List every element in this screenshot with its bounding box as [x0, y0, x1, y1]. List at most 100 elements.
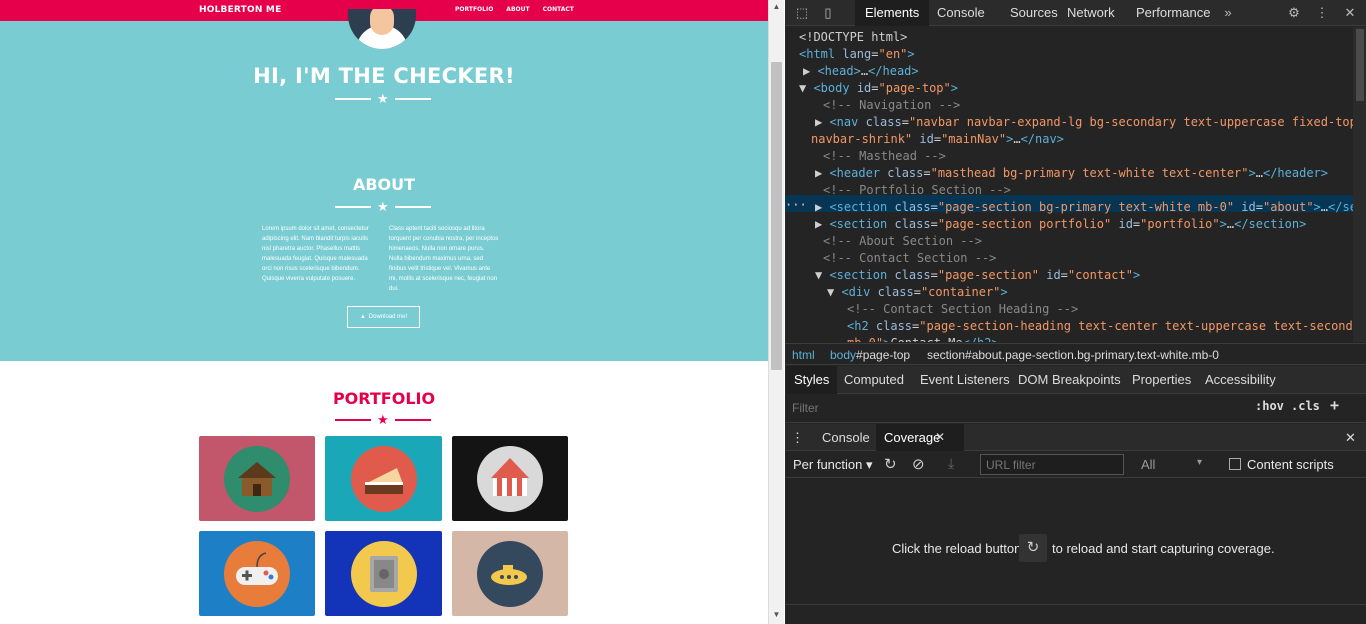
portfolio-item-circus[interactable]	[452, 436, 568, 521]
dom-node-line[interactable]: <html lang="en">	[799, 46, 915, 63]
tab-styles[interactable]: Styles	[786, 366, 838, 394]
dom-node-line[interactable]: <h2 class="page-section-heading text-cen…	[847, 318, 1353, 335]
close-drawer-icon[interactable]: ✕	[1341, 424, 1360, 451]
breadcrumb-body[interactable]: body#page-top	[830, 344, 910, 366]
nav-link-portfolio[interactable]: PORTFOLIO	[455, 6, 493, 13]
download-button[interactable]: ▲ Download me!	[347, 306, 420, 328]
close-devtools-icon[interactable]: ✕	[1341, 4, 1359, 22]
nav-link-contact[interactable]: CONTACT	[543, 6, 574, 13]
styles-filter-row: :hov .cls +	[785, 395, 1366, 423]
avatar-image	[348, 9, 416, 49]
dom-node-line[interactable]: ▼ <body id="page-top">	[799, 80, 958, 97]
portfolio-item-game[interactable]	[199, 531, 315, 616]
drawer-tabbar: ⋮ Console Coverage ✕ ✕	[785, 424, 1366, 451]
dom-scrollbar[interactable]	[1353, 27, 1366, 342]
per-function-dropdown[interactable]: Per function ▾	[793, 457, 873, 473]
hov-toggle[interactable]: :hov	[1255, 399, 1284, 413]
type-filter-dropdown[interactable]: All ▾	[1141, 457, 1202, 472]
dom-node-ellipsis-icon[interactable]: ···	[785, 197, 807, 214]
content-scripts-label: Content scripts	[1247, 457, 1334, 472]
coverage-empty-state: Click the reload button ↻ to reload and …	[785, 479, 1366, 604]
cabin-icon	[224, 445, 290, 512]
settings-gear-icon[interactable]: ⚙	[1285, 4, 1303, 22]
tab-network[interactable]: Network	[1057, 0, 1125, 26]
coverage-message-prefix: Click the reload button	[892, 541, 1022, 556]
scroll-thumb[interactable]	[771, 62, 782, 370]
web-page: HOLBERTON ME PORTFOLIO ABOUT CONTACT HI,…	[0, 0, 768, 624]
tab-console[interactable]: Console	[927, 0, 995, 26]
dom-node-line[interactable]: ▼ <div class="container">	[827, 284, 1008, 301]
coverage-toolbar: Per function ▾ ↻ ⊘ ⤓ All▾ Content script…	[785, 452, 1366, 478]
coverage-status-bar	[785, 604, 1366, 624]
masthead: HI, I'M THE CHECKER! ★ ABOUT ★ Lorem ips…	[0, 9, 768, 361]
dom-node-line[interactable]: ▶ <section class="page-section bg-primar…	[815, 199, 1353, 216]
tab-event-listeners[interactable]: Event Listeners	[912, 366, 1018, 394]
content-scripts-checkbox[interactable]	[1229, 458, 1241, 470]
export-icon[interactable]: ⤓	[948, 455, 954, 472]
portfolio-item-submarine[interactable]	[452, 531, 568, 616]
reload-icon[interactable]: ↻	[884, 455, 897, 473]
dom-node-line[interactable]: mb-0">Contact Me</h2>	[847, 335, 999, 342]
drawer-tab-coverage[interactable]: Coverage	[876, 424, 965, 451]
safe-icon	[350, 540, 417, 607]
star-icon: ★	[377, 199, 389, 214]
submarine-icon	[477, 540, 543, 607]
tab-properties[interactable]: Properties	[1124, 366, 1199, 394]
tab-elements[interactable]: Elements	[855, 0, 930, 26]
scroll-up-icon[interactable]: ▲	[769, 0, 784, 14]
page-scrollbar[interactable]: ▲ ▼	[768, 0, 784, 624]
dom-node-line[interactable]: <!-- About Section -->	[823, 233, 982, 250]
hero-divider: ★	[335, 92, 431, 105]
kebab-menu-icon[interactable]: ⋮	[1313, 4, 1331, 22]
dom-node-line[interactable]: <!-- Masthead -->	[823, 148, 946, 165]
dom-node-line[interactable]: ▶ <nav class="navbar navbar-expand-lg bg…	[815, 114, 1353, 131]
coverage-message-suffix: to reload and start capturing coverage.	[1052, 541, 1275, 556]
dom-node-line[interactable]: navbar-shrink" id="mainNav">…</nav>	[811, 131, 1064, 148]
dom-node-line[interactable]: <!DOCTYPE html>	[799, 29, 907, 46]
dom-node-line[interactable]: ▶ <header class="masthead bg-primary tex…	[815, 165, 1328, 182]
dom-node-line[interactable]: <!-- Contact Section Heading -->	[847, 301, 1078, 318]
tab-performance[interactable]: Performance	[1126, 0, 1220, 26]
more-tabs-icon[interactable]: »	[1219, 4, 1237, 22]
brand-link[interactable]: HOLBERTON ME	[199, 5, 281, 15]
url-filter-input[interactable]	[980, 454, 1124, 475]
new-style-rule-icon[interactable]: +	[1330, 396, 1339, 414]
dom-node-line[interactable]: ▼ <section class="page-section" id="cont…	[815, 267, 1140, 284]
breadcrumb-section[interactable]: section#about.page-section.bg-primary.te…	[927, 344, 1219, 366]
cake-icon	[350, 445, 417, 512]
portfolio-item-cabin[interactable]	[199, 436, 315, 521]
nav-link-about[interactable]: ABOUT	[506, 6, 529, 13]
breadcrumb-html[interactable]: html	[792, 344, 815, 366]
about-text-right: Class aptent taciti sociosqu ad litora t…	[389, 226, 499, 292]
drawer-menu-icon[interactable]: ⋮	[787, 424, 808, 451]
dom-node-line[interactable]: <!-- Navigation -->	[823, 97, 960, 114]
hero-title: HI, I'M THE CHECKER!	[253, 64, 515, 88]
device-toolbar-icon[interactable]: ▯	[819, 4, 837, 22]
tab-computed[interactable]: Computed	[836, 366, 912, 394]
about-divider: ★	[335, 200, 431, 213]
portfolio-item-safe[interactable]	[325, 531, 442, 616]
portfolio-item-cake[interactable]	[325, 436, 442, 521]
styles-tabbar: Styles Computed Event Listeners DOM Brea…	[785, 366, 1366, 394]
drawer-tab-coverage-label: Coverage	[884, 430, 941, 445]
coverage-reload-button[interactable]: ↻	[1019, 534, 1047, 562]
close-coverage-tab-icon[interactable]: ✕	[935, 424, 945, 451]
tab-dom-breakpoints[interactable]: DOM Breakpoints	[1010, 366, 1129, 394]
drawer-tab-console[interactable]: Console	[814, 424, 878, 451]
clear-icon[interactable]: ⊘	[912, 455, 925, 473]
dom-node-line[interactable]: ▶ <section class="page-section portfolio…	[815, 216, 1306, 233]
game-controller-icon	[224, 540, 290, 607]
scroll-down-icon[interactable]: ▼	[769, 608, 784, 622]
inspect-element-icon[interactable]: ⬚	[793, 4, 811, 22]
breadcrumb: html body#page-top section#about.page-se…	[785, 343, 1366, 365]
about-text-left: Lorem ipsum dolor sit amet, consectetur …	[262, 226, 369, 282]
dom-node-line[interactable]: <!-- Portfolio Section -->	[823, 182, 1011, 199]
cls-toggle[interactable]: .cls	[1291, 399, 1320, 413]
circus-tent-icon	[477, 445, 543, 512]
tab-accessibility[interactable]: Accessibility	[1197, 366, 1284, 394]
dom-node-line[interactable]: ▶ <head>…</head>	[803, 63, 919, 80]
dom-node-line[interactable]: <!-- Contact Section -->	[823, 250, 996, 267]
styles-filter-input[interactable]	[785, 397, 1245, 419]
about-heading: ABOUT	[352, 175, 416, 194]
devtools-panel: ⬚ ▯ Elements Console Sources Network Per…	[785, 0, 1366, 624]
